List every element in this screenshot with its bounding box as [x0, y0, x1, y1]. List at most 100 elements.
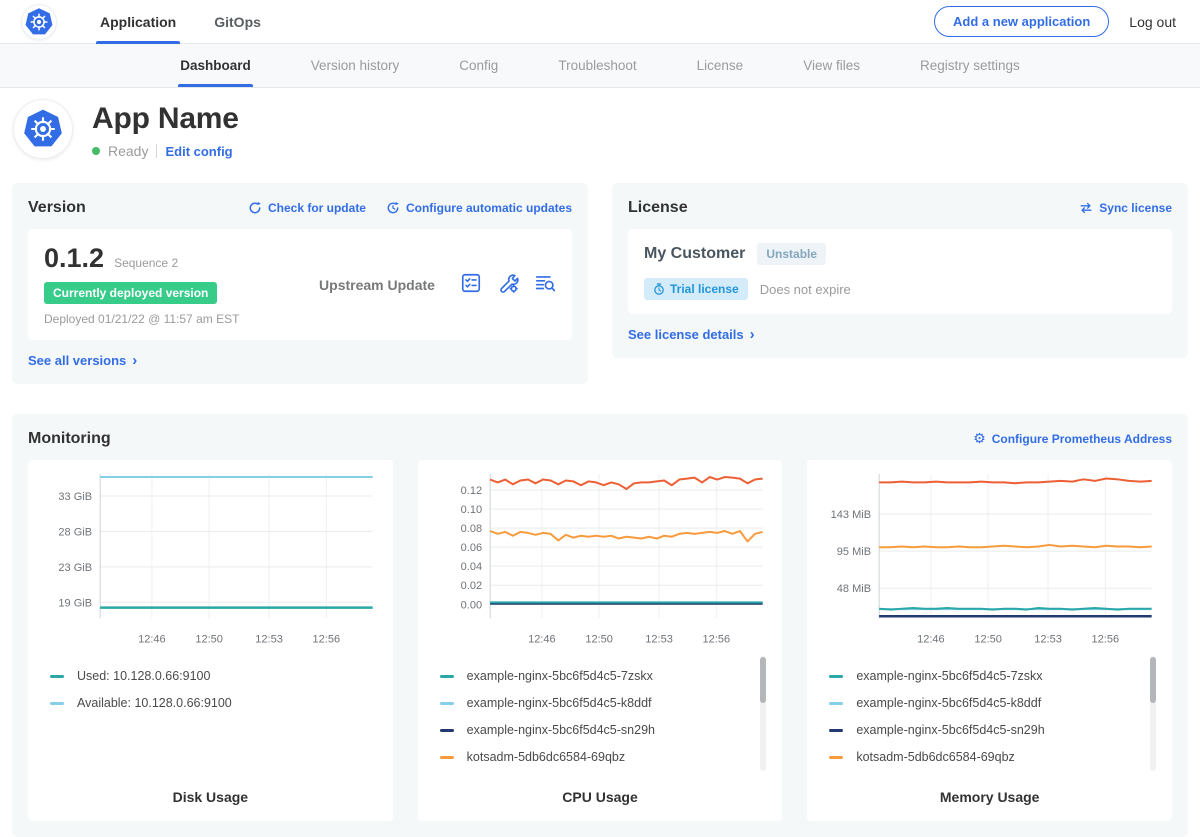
- legend-item: example-nginx-5bc6f5d4c5-k8ddf: [440, 696, 751, 710]
- series-line: [879, 479, 1152, 484]
- sync-license-link[interactable]: Sync license: [1079, 201, 1172, 215]
- x-axis-tick: 12:50: [195, 633, 223, 645]
- monitoring-panel: Monitoring ⚙ Configure Prometheus Addres…: [12, 414, 1188, 837]
- subnav-tab-license[interactable]: License: [695, 44, 746, 87]
- legend-scrollbar[interactable]: [760, 656, 766, 771]
- subnav-tab-config[interactable]: Config: [457, 44, 500, 87]
- memory-usage-legend: example-nginx-5bc6f5d4c5-7zskx example-n…: [821, 654, 1158, 777]
- disk-usage-title: Disk Usage: [42, 777, 379, 809]
- configure-prometheus-link[interactable]: ⚙ Configure Prometheus Address: [973, 432, 1172, 446]
- scrollbar-thumb[interactable]: [760, 657, 766, 703]
- edit-config-link[interactable]: Edit config: [165, 144, 232, 159]
- legend-scrollbar[interactable]: [1150, 656, 1156, 771]
- see-license-details-link[interactable]: See license details ›: [628, 327, 755, 342]
- version-card: Version Check for update Configure autom…: [12, 183, 588, 384]
- auto-update-clock-icon: [386, 201, 400, 215]
- legend-label: example-nginx-5bc6f5d4c5-sn29h: [467, 723, 655, 737]
- y-axis-tick: 28 GiB: [58, 526, 92, 538]
- chart-grid: [100, 474, 373, 618]
- y-axis-tick: 0.04: [460, 561, 481, 573]
- legend-label: example-nginx-5bc6f5d4c5-k8ddf: [467, 696, 652, 710]
- y-axis-tick: 0.10: [460, 504, 481, 516]
- legend-swatch: [829, 702, 843, 705]
- currently-deployed-badge: Currently deployed version: [44, 282, 217, 304]
- legend-item: example-nginx-5bc6f5d4c5-k8ddf: [829, 696, 1140, 710]
- y-axis-tick: 0.08: [460, 523, 481, 535]
- legend-swatch: [440, 756, 454, 759]
- series-line: [490, 477, 763, 489]
- legend-label: kotsadm-5db6dc6584-69qbz: [467, 750, 625, 764]
- customer-name: My Customer: [644, 245, 745, 263]
- check-for-update-label: Check for update: [268, 201, 366, 215]
- y-axis-tick: 0.00: [460, 599, 481, 611]
- current-version-row: 0.1.2 Sequence 2 Currently deployed vers…: [28, 229, 572, 340]
- configure-automatic-updates-link[interactable]: Configure automatic updates: [386, 201, 572, 215]
- legend-label: kotsadm-5db6dc6584-69qbz: [856, 750, 1014, 764]
- gear-icon: ⚙: [973, 432, 986, 446]
- subnav-tab-registry-settings[interactable]: Registry settings: [918, 44, 1022, 87]
- x-axis-tick: 12:53: [255, 633, 283, 645]
- release-notes-icon[interactable]: [460, 272, 482, 297]
- legend-item: example-nginx-5bc6f5d4c5-7zskx: [829, 669, 1140, 683]
- y-axis-tick: 0.06: [460, 542, 481, 554]
- subnav-tab-dashboard[interactable]: Dashboard: [178, 44, 253, 87]
- app-subnav: Dashboard Version history Config Trouble…: [0, 44, 1200, 88]
- y-axis-tick: 33 GiB: [58, 491, 92, 503]
- memory-usage-card: 12:4612:5012:5312:56143 MiB95 MiB48 MiB …: [807, 460, 1172, 821]
- x-axis-tick: 12:46: [138, 633, 166, 645]
- app-header: App Name Ready Edit config: [0, 88, 1200, 175]
- add-application-button[interactable]: Add a new application: [934, 6, 1109, 37]
- legend-item: example-nginx-5bc6f5d4c5-sn29h: [440, 723, 751, 737]
- chevron-right-icon: ›: [132, 353, 137, 368]
- version-card-title: Version: [28, 199, 86, 217]
- legend-swatch: [50, 702, 64, 705]
- x-axis-tick: 12:46: [528, 633, 556, 645]
- y-axis-tick: 19 GiB: [58, 597, 92, 609]
- view-deploy-logs-icon[interactable]: [534, 272, 556, 297]
- edit-config-values-icon[interactable]: [497, 272, 519, 297]
- legend-swatch: [829, 729, 843, 732]
- x-axis-tick: 12:50: [585, 633, 613, 645]
- configure-prometheus-label: Configure Prometheus Address: [992, 432, 1172, 446]
- legend-label: example-nginx-5bc6f5d4c5-k8ddf: [856, 696, 1041, 710]
- topnav-tab-gitops[interactable]: GitOps: [210, 0, 265, 44]
- legend-swatch: [440, 702, 454, 705]
- topnav-tab-application[interactable]: Application: [96, 0, 180, 44]
- license-summary-row: My Customer Unstable Trial license Does …: [628, 229, 1172, 314]
- version-source-label: Upstream Update: [294, 277, 460, 293]
- subnav-tab-troubleshoot[interactable]: Troubleshoot: [556, 44, 638, 87]
- kubernetes-logo-icon: [22, 5, 56, 39]
- y-axis-tick: 23 GiB: [58, 562, 92, 574]
- disk-usage-card: 12:4612:5012:5312:5633 GiB28 GiB23 GiB19…: [28, 460, 393, 821]
- legend-swatch: [50, 675, 64, 678]
- logout-button[interactable]: Log out: [1129, 14, 1176, 30]
- legend-label: Used: 10.128.0.66:9100: [77, 669, 210, 683]
- charts-row: 12:46 12:50 12:53 12:56 33 GiB 28 GiB 23 GiB 19…: [28, 460, 1172, 821]
- y-axis-tick: 48 MiB: [837, 583, 871, 595]
- channel-badge: Unstable: [757, 243, 826, 265]
- check-for-update-link[interactable]: Check for update: [248, 201, 366, 215]
- y-axis-tick: 0.12: [460, 485, 481, 497]
- x-axis-tick: 12:53: [645, 633, 673, 645]
- see-all-versions-label: See all versions: [28, 353, 126, 368]
- series-line: [879, 608, 1152, 610]
- legend-swatch: [440, 675, 454, 678]
- x-axis-tick: 12:46: [917, 633, 945, 645]
- legend-swatch: [829, 675, 843, 678]
- legend-swatch: [829, 756, 843, 759]
- subnav-tab-view-files[interactable]: View files: [801, 44, 862, 87]
- configure-automatic-updates-label: Configure automatic updates: [406, 201, 572, 215]
- see-all-versions-link[interactable]: See all versions ›: [28, 353, 137, 368]
- legend-label: example-nginx-5bc6f5d4c5-7zskx: [856, 669, 1042, 683]
- series-line: [490, 531, 763, 541]
- x-axis-tick: 12:56: [1092, 633, 1120, 645]
- legend-item: example-nginx-5bc6f5d4c5-sn29h: [829, 723, 1140, 737]
- trial-clock-icon: [653, 283, 665, 295]
- scrollbar-thumb[interactable]: [1150, 657, 1156, 703]
- series-line: [879, 545, 1152, 547]
- refresh-icon: [248, 201, 262, 215]
- summary-cards-row: Version Check for update Configure autom…: [0, 183, 1200, 384]
- subnav-tab-version-history[interactable]: Version history: [309, 44, 402, 87]
- legend-item: Used: 10.128.0.66:9100: [50, 669, 361, 683]
- memory-usage-chart: 12:4612:5012:5312:56143 MiB95 MiB48 MiB: [821, 470, 1158, 648]
